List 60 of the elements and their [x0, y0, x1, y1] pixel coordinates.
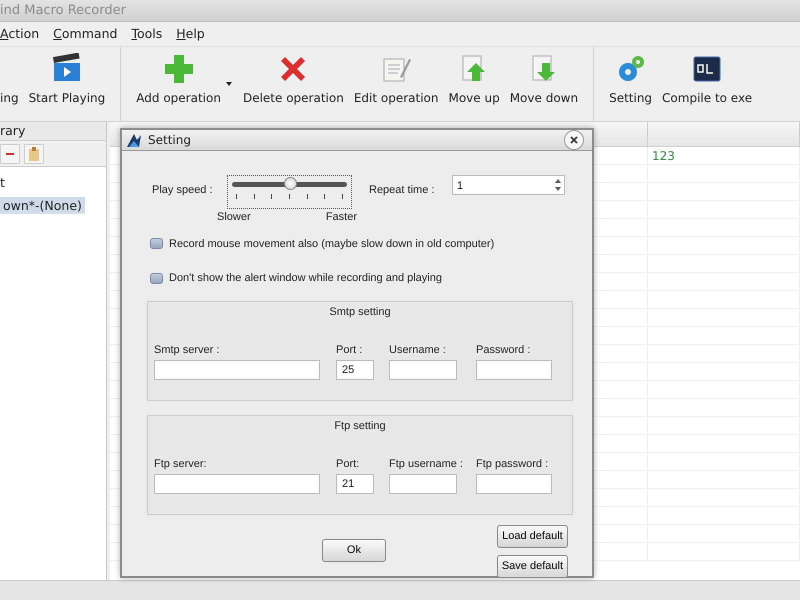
- dialog-button[interactable]: Load default: [496, 524, 568, 548]
- input-field[interactable]: 21: [336, 474, 374, 494]
- toolbar-button[interactable]: Compile to exe: [657, 47, 758, 121]
- menu-item[interactable]: Command: [53, 24, 118, 44]
- field-label: Repeat time :: [369, 183, 436, 198]
- checkbox-label: Record mouse movement also (maybe slow down in old computer): [169, 236, 494, 252]
- clipboard-icon: [28, 146, 40, 160]
- input-field[interactable]: [389, 360, 457, 380]
- input-field[interactable]: [154, 474, 320, 494]
- group-title: Ftp setting: [333, 418, 387, 434]
- input-field[interactable]: [154, 360, 320, 380]
- menu-item[interactable]: Help: [176, 24, 205, 44]
- menu-item[interactable]: Action: [0, 24, 40, 44]
- dropdown-caret-icon[interactable]: [226, 82, 232, 86]
- close-icon: [570, 136, 578, 144]
- field-label: Play speed :: [151, 183, 214, 198]
- field-label: Username :: [389, 343, 447, 358]
- checkbox[interactable]: [150, 238, 163, 250]
- toolbar-button[interactable]: Delete operation: [238, 47, 349, 121]
- dialog-title: Setting: [148, 132, 192, 149]
- ok-button[interactable]: Ok: [322, 538, 386, 562]
- toolbar-button[interactable]: Move up: [443, 47, 505, 121]
- input-field[interactable]: [389, 474, 457, 494]
- field-label: Password :: [476, 343, 532, 358]
- minus-icon: [6, 152, 14, 154]
- speed-slider[interactable]: [227, 175, 352, 209]
- dialog-button[interactable]: Save default: [496, 554, 568, 578]
- toolbar-button[interactable]: Edit operation: [348, 47, 444, 121]
- slider-label: Faster: [326, 210, 357, 225]
- window-title: ind Macro Recorder: [0, 0, 800, 22]
- table-cell: 123: [648, 147, 800, 165]
- group-title: Smtp setting: [328, 304, 392, 320]
- repeat-spinner[interactable]: 1: [452, 175, 565, 195]
- toolbar-button[interactable]: ing: [0, 47, 24, 121]
- field-label: Port:: [336, 457, 360, 472]
- checkbox[interactable]: [150, 272, 163, 284]
- field-label: Smtp server :: [154, 343, 220, 358]
- slider-thumb[interactable]: [284, 177, 296, 190]
- app-icon: [126, 132, 142, 148]
- toolbar-button[interactable]: Setting: [604, 47, 658, 121]
- slider-label: Slower: [217, 210, 251, 225]
- toolbar-button[interactable]: [0, 144, 20, 164]
- toolbar-button[interactable]: Move down: [504, 47, 584, 121]
- toolbar-button[interactable]: Start Playing: [24, 47, 110, 121]
- field-label: Ftp server:: [154, 457, 208, 472]
- close-button[interactable]: [564, 130, 584, 150]
- input-field[interactable]: [476, 474, 552, 494]
- panel-title: rary: [0, 122, 106, 141]
- plus-icon: [162, 53, 195, 85]
- input-field[interactable]: [476, 360, 552, 380]
- checkbox-label: Don't show the alert window while recording and playing: [169, 271, 442, 286]
- menu-item[interactable]: Tools: [131, 24, 162, 44]
- field-label: Port :: [336, 343, 364, 358]
- toolbar-button[interactable]: Add operation: [131, 47, 226, 121]
- field-label: Ftp username :: [389, 457, 464, 472]
- tree-item[interactable]: t: [0, 175, 5, 190]
- toolbar-button[interactable]: [24, 144, 44, 164]
- field-label: Ftp password :: [476, 457, 550, 472]
- tree-item[interactable]: own*-(None): [0, 197, 85, 214]
- input-field[interactable]: 25: [336, 360, 374, 380]
